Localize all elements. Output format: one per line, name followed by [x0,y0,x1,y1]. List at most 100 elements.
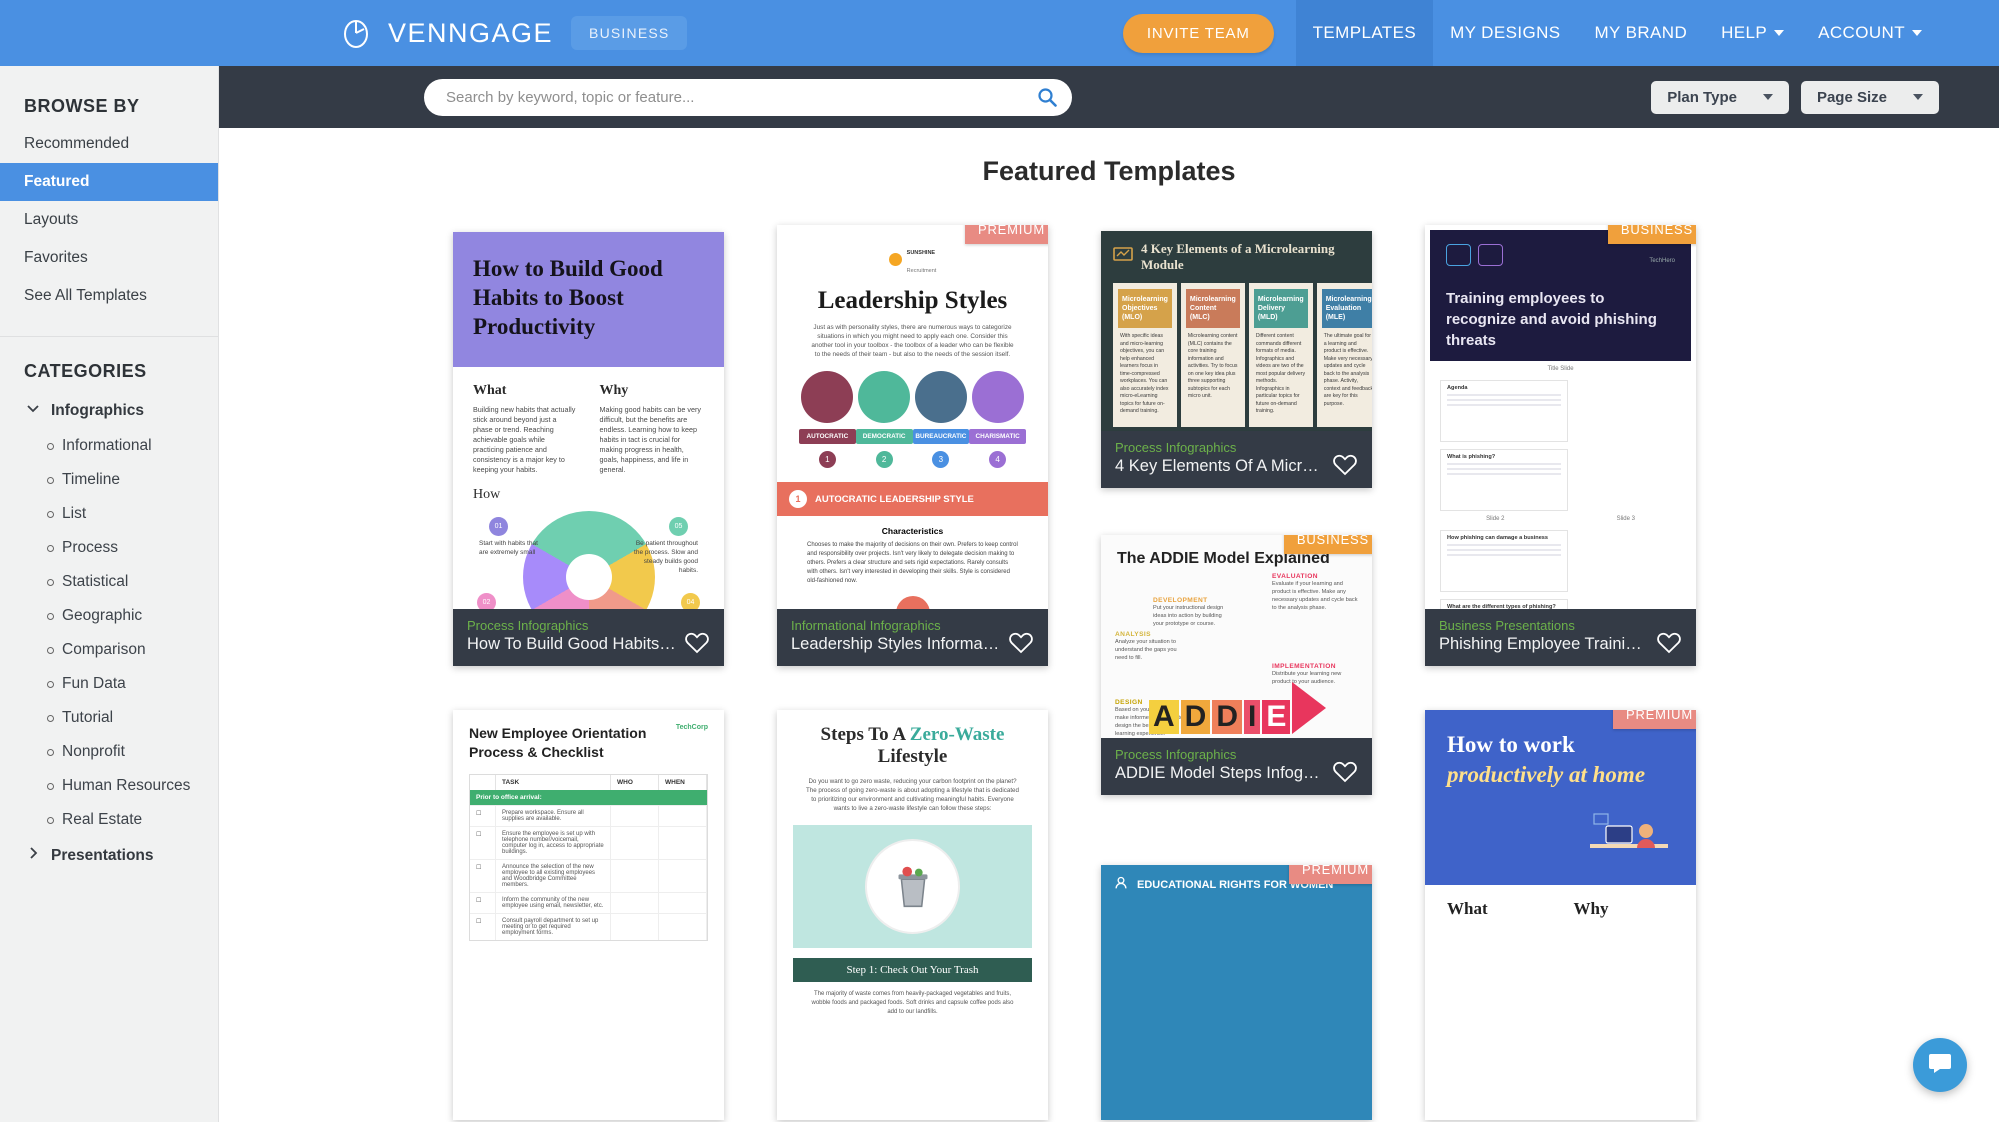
sidebar-item-favorites[interactable]: Favorites [0,239,218,277]
category-group-presentations-label: Presentations [51,846,154,864]
sidebar-item-layouts-label: Layouts [24,211,79,228]
category-item-list[interactable]: List [0,497,218,531]
template-card-how-to-build-good-habits[interactable]: How to Build Good Habits to Boost Produc… [453,232,724,666]
intercom-chat-button[interactable] [1913,1038,1967,1092]
page-size-dropdown[interactable]: Page Size [1800,80,1939,114]
favorite-heart-icon[interactable] [1656,631,1682,655]
category-group-infographics[interactable]: Infographics [0,392,218,429]
card-title: How To Build Good Habits Process Infogra… [467,635,676,653]
search-icon[interactable] [1037,87,1057,107]
nav-item-my-brand-label: MY BRAND [1594,23,1688,42]
presentation-icon [1113,246,1133,268]
template-card-zero-waste-lifestyle[interactable]: Steps To A Zero-Waste Lifestyle Do you w… [777,710,1048,1120]
sidebar-item-recommended[interactable]: Recommended [0,125,218,163]
card-footer: Informational Infographics Leadership St… [777,609,1048,666]
category-item-statistical[interactable]: Statistical [0,565,218,599]
template-thumbnail: Steps To A Zero-Waste Lifestyle Do you w… [777,710,1048,1120]
template-card-educational-rights-for-women[interactable]: PREMIUM EDUCATIONAL RIGHTS FOR WOMEN [1101,865,1372,1120]
thumb-header: How to work productively at home [1425,710,1696,885]
category-item-informational[interactable]: Informational [0,429,218,463]
template-card-leadership-styles[interactable]: PREMIUM SUNSHINE Recruitment Leadership … [777,225,1048,666]
nav-item-account[interactable]: ACCOUNT [1801,0,1939,66]
category-item-fun-data-label: Fun Data [62,675,126,692]
brand-logo[interactable]: VENNGAGE [340,17,553,49]
trash-illustration-icon [865,839,960,934]
addie-step-label-development: DEVELOPMENT [1153,597,1208,604]
table-cell-task: Announce the selection of the new employ… [496,860,611,892]
category-group-presentations[interactable]: Presentations [0,837,218,874]
plan-type-dropdown[interactable]: Plan Type [1651,80,1789,114]
sidebar-item-layouts[interactable]: Layouts [0,201,218,239]
nav-item-templates[interactable]: TEMPLATES [1295,0,1434,66]
micro-column-mlc: Microlearning Content (MLC) Microlearnin… [1180,283,1245,427]
favorite-heart-icon[interactable] [1332,453,1358,477]
style-column-bureaucratic: BUREAUCRATIC 3 [912,371,970,468]
nav-links-group: INVITE TEAM TEMPLATES MY DESIGNS MY BRAN… [1122,0,1999,66]
template-card-addie-model-steps[interactable]: BUSINESS The ADDIE Model Explained EVALU… [1101,535,1372,795]
sidebar-item-see-all-templates[interactable]: See All Templates [0,277,218,315]
bullet-ring-icon [47,578,54,586]
card-category: Process Infographics [467,618,589,633]
favorite-heart-icon[interactable] [1332,760,1358,784]
style-name-charismatic: CHARISMATIC [969,429,1026,444]
thumb-body: Steps To A Zero-Waste Lifestyle Do you w… [777,710,1048,1025]
style-name-bureaucratic: BUREAUCRATIC [912,429,970,444]
favorite-heart-icon[interactable] [1008,631,1034,655]
autocratic-band-num: 1 [789,490,807,508]
thumb-what-text: Building new habits that actually stick … [473,405,576,474]
thumb-headline: Steps To A Zero-Waste Lifestyle [793,724,1032,768]
template-card-work-productively-at-home[interactable]: PREMIUM How to work productively at home [1425,710,1696,1120]
table-row: ☐ Consult payroll department to set up m… [470,913,707,940]
micro-column-mlo-body: With specific ideas and micro-learning o… [1120,333,1169,414]
thumb-headline: How to work productively at home [1447,730,1674,790]
plan-badge: BUSINESS [571,16,688,50]
thumb-what-label: What [1447,899,1488,918]
category-item-geographic[interactable]: Geographic [0,599,218,633]
category-item-human-resources[interactable]: Human Resources [0,769,218,803]
nav-item-my-brand[interactable]: MY BRAND [1578,0,1705,66]
brand-name: VENNGAGE [388,17,554,48]
search-input[interactable] [424,78,1072,116]
thumb-headline: How to Build Good Habits to Boost Produc… [473,256,663,339]
category-item-informational-label: Informational [62,437,152,454]
thumb-headline: Training employees to recognize and avoi… [1446,290,1657,349]
favorite-heart-icon[interactable] [684,631,710,655]
addie-letter-d1: D [1180,700,1211,734]
top-navigation-bar: VENNGAGE BUSINESS INVITE TEAM TEMPLATES … [0,0,1999,66]
template-thumbnail: TechHero Training employees to recognize… [1425,225,1696,666]
nav-item-help-label: HELP [1721,23,1768,42]
nav-item-my-designs[interactable]: MY DESIGNS [1433,0,1577,66]
template-card-phishing-employee-training[interactable]: BUSINESS TechHero Training employees to … [1425,225,1696,666]
category-item-nonprofit[interactable]: Nonprofit [0,735,218,769]
invite-team-button[interactable]: INVITE TEAM [1122,13,1274,53]
category-item-process[interactable]: Process [0,531,218,565]
chevron-down-icon [1912,30,1922,36]
sidebar-item-featured[interactable]: Featured [0,163,218,201]
category-item-fun-data[interactable]: Fun Data [0,667,218,701]
nav-item-account-label: ACCOUNT [1818,23,1905,42]
template-card-microlearning-module[interactable]: 4 Key Elements of a Microlearning Module… [1101,231,1372,488]
table-col-task: TASK [496,775,611,790]
micro-column-mlc-body: Microlearning content (MLC) contains the… [1187,333,1238,399]
category-item-comparison[interactable]: Comparison [0,633,218,667]
template-thumbnail: SUNSHINE Recruitment Leadership Styles J… [777,225,1048,666]
category-item-tutorial[interactable]: Tutorial [0,701,218,735]
category-item-real-estate[interactable]: Real Estate [0,803,218,837]
thumb-headline-a: Steps To A [820,724,910,745]
step-band-text: The majority of waste comes from heavily… [811,991,1014,1015]
badge-premium: PREMIUM [1289,865,1372,884]
orientation-table: TASK WHO WHEN Prior to office arrival: ☐… [469,774,708,941]
table-row: ☐ Announce the selection of the new empl… [470,859,707,892]
category-item-timeline[interactable]: Timeline [0,463,218,497]
template-grid: How to Build Good Habits to Boost Produc… [399,217,1819,1120]
chat-bubble-icon [1926,1049,1954,1082]
template-card-new-employee-orientation[interactable]: New Employee Orientation Process & Check… [453,710,724,1120]
micro-column-mle-title: Microlearning Evaluation (MLE) [1321,289,1372,328]
card-footer: Process Infographics ADDIE Model Steps I… [1101,738,1372,795]
sidebar-item-recommended-label: Recommended [24,135,130,152]
table-header-row: TASK WHO WHEN [470,775,707,790]
thumb-headline-a: How to work [1447,732,1575,757]
nav-item-help[interactable]: HELP [1704,0,1801,66]
leadership-styles-row: AUTOCRATIC 1 DEMOCRATIC 2 BUREAUCRATIC 3 [799,371,1026,468]
table-col-who: WHO [611,775,659,790]
